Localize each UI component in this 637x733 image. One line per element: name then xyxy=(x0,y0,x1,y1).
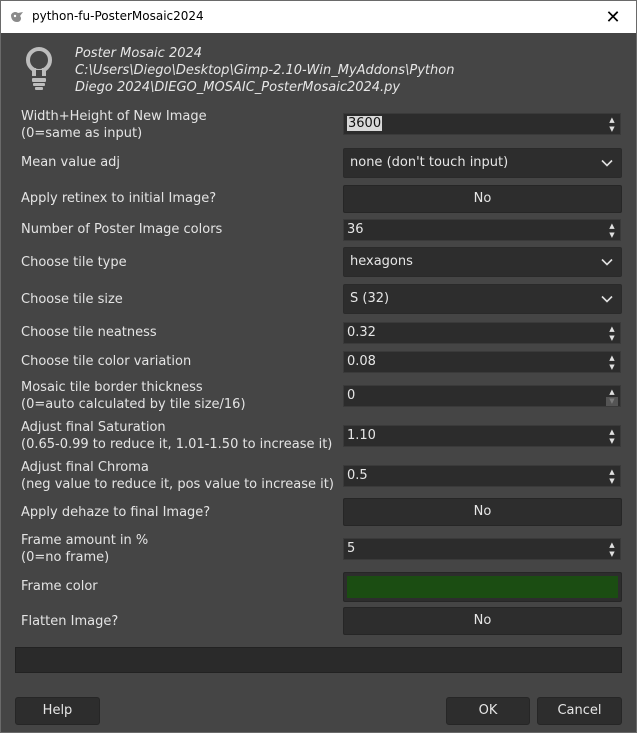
tile-size-value: S (32) xyxy=(350,291,390,306)
chroma-input[interactable]: 0.5 ▲ ▼ xyxy=(343,465,621,487)
window-title: python-fu-PosterMosaic2024 xyxy=(32,9,204,23)
tile-type-dropdown[interactable]: hexagons xyxy=(343,247,622,277)
frame-amount-label: Frame amount in % (0=no frame) xyxy=(21,533,149,565)
spin-up-icon[interactable]: ▲ xyxy=(606,388,618,397)
spin-down-icon[interactable]: ▼ xyxy=(606,477,618,486)
spin-arrows[interactable]: ▲ ▼ xyxy=(606,325,618,343)
spin-down-icon[interactable]: ▼ xyxy=(606,363,618,372)
spin-down-icon[interactable]: ▼ xyxy=(606,550,618,559)
width-height-input[interactable]: 3600 ▲ ▼ xyxy=(343,113,621,135)
frame-color-swatch xyxy=(347,576,618,598)
width-height-value: 3600 xyxy=(347,116,383,131)
dehaze-label: Apply dehaze to final Image? xyxy=(21,505,211,520)
spin-down-icon[interactable]: ▼ xyxy=(606,231,618,240)
plugin-path: C:\Users\Diego\Desktop\Gimp-2.10-Win_MyA… xyxy=(75,63,455,78)
retinex-label: Apply retinex to initial Image? xyxy=(21,191,217,206)
spin-up-icon[interactable]: ▲ xyxy=(606,428,618,437)
chevron-down-icon xyxy=(601,258,613,266)
close-button[interactable]: ✕ xyxy=(590,1,636,33)
border-thickness-input[interactable]: 0 ▲ ▼ xyxy=(343,385,621,407)
tile-color-variation-input[interactable]: 0.08 ▲ ▼ xyxy=(343,351,621,373)
flatten-toggle[interactable]: No xyxy=(343,607,622,635)
progress-bar xyxy=(15,647,622,673)
spin-up-icon[interactable]: ▲ xyxy=(606,325,618,334)
tile-size-label: Choose tile size xyxy=(21,292,123,307)
spin-down-icon[interactable]: ▼ xyxy=(606,437,618,446)
poster-colors-input[interactable]: 36 ▲ ▼ xyxy=(343,219,621,241)
width-height-label: Width+Height of New Image (0=same as inp… xyxy=(21,109,207,141)
saturation-label: Adjust final Saturation (0.65-0.99 to re… xyxy=(21,420,333,452)
close-icon: ✕ xyxy=(605,6,621,28)
spin-arrows[interactable]: ▲ ▼ xyxy=(606,541,618,559)
spin-arrows[interactable]: ▲ ▼ xyxy=(606,116,618,134)
spin-up-icon[interactable]: ▲ xyxy=(606,116,618,125)
frame-amount-value: 5 xyxy=(347,541,356,556)
spin-arrows[interactable]: ▲ ▼ xyxy=(606,428,618,446)
tile-size-dropdown[interactable]: S (32) xyxy=(343,284,622,314)
mean-value-value: none (don't touch input) xyxy=(350,155,509,170)
tile-type-label: Choose tile type xyxy=(21,255,127,270)
spin-up-icon[interactable]: ▲ xyxy=(606,354,618,363)
tile-color-variation-value: 0.08 xyxy=(347,354,376,369)
title-bar: python-fu-PosterMosaic2024 ✕ xyxy=(1,1,636,33)
spin-arrows[interactable]: ▲ ▼ xyxy=(606,222,618,240)
dehaze-toggle[interactable]: No xyxy=(343,498,622,526)
chroma-value: 0.5 xyxy=(347,468,368,483)
border-thickness-value: 0 xyxy=(347,388,356,403)
help-button[interactable]: Help xyxy=(15,697,100,725)
gimp-icon xyxy=(11,11,23,22)
plugin-info: Poster Mosaic 2024 C:\Users\Diego\Deskto… xyxy=(75,45,454,96)
retinex-toggle[interactable]: No xyxy=(343,185,622,213)
spin-arrows[interactable]: ▲ ▼ xyxy=(606,354,618,372)
plugin-name: Poster Mosaic 2024 xyxy=(75,46,203,61)
frame-color-label: Frame color xyxy=(21,579,98,594)
spin-up-icon[interactable]: ▲ xyxy=(606,468,618,477)
plugin-dialog: python-fu-PosterMosaic2024 ✕ Poster Mosa… xyxy=(0,0,637,733)
chevron-down-icon xyxy=(601,159,613,167)
spin-up-icon[interactable]: ▲ xyxy=(606,541,618,550)
poster-colors-label: Number of Poster Image colors xyxy=(21,222,223,237)
chroma-label: Adjust final Chroma (neg value to reduce… xyxy=(21,460,334,492)
mean-value-dropdown[interactable]: none (don't touch input) xyxy=(343,148,622,178)
flatten-label: Flatten Image? xyxy=(21,614,119,629)
border-thickness-label: Mosaic tile border thickness (0=auto cal… xyxy=(21,380,246,412)
frame-amount-input[interactable]: 5 ▲ ▼ xyxy=(343,538,621,560)
chevron-down-icon xyxy=(601,295,613,303)
tile-type-value: hexagons xyxy=(350,254,413,269)
tile-neatness-value: 0.32 xyxy=(347,325,376,340)
spin-arrows[interactable]: ▲ ▼ xyxy=(606,468,618,486)
plugin-file: Diego 2024\DIEGO_MOSAIC_PosterMosaic2024… xyxy=(75,80,401,95)
poster-colors-value: 36 xyxy=(347,222,364,237)
tile-neatness-input[interactable]: 0.32 ▲ ▼ xyxy=(343,322,621,344)
spin-arrows[interactable]: ▲ ▼ xyxy=(606,388,618,406)
cancel-button[interactable]: Cancel xyxy=(537,697,622,725)
spin-down-icon[interactable]: ▼ xyxy=(606,334,618,343)
tile-color-variation-label: Choose tile color variation xyxy=(21,354,192,369)
saturation-input[interactable]: 1.10 ▲ ▼ xyxy=(343,425,621,447)
mean-value-label: Mean value adj xyxy=(21,155,121,170)
saturation-value: 1.10 xyxy=(347,428,376,443)
frame-color-button[interactable] xyxy=(343,572,622,602)
lightbulb-icon xyxy=(26,47,52,90)
tile-neatness-label: Choose tile neatness xyxy=(21,325,157,340)
spin-up-icon[interactable]: ▲ xyxy=(606,222,618,231)
ok-button[interactable]: OK xyxy=(446,697,530,725)
spin-down-icon[interactable]: ▼ xyxy=(606,397,618,406)
spin-down-icon[interactable]: ▼ xyxy=(606,125,618,134)
